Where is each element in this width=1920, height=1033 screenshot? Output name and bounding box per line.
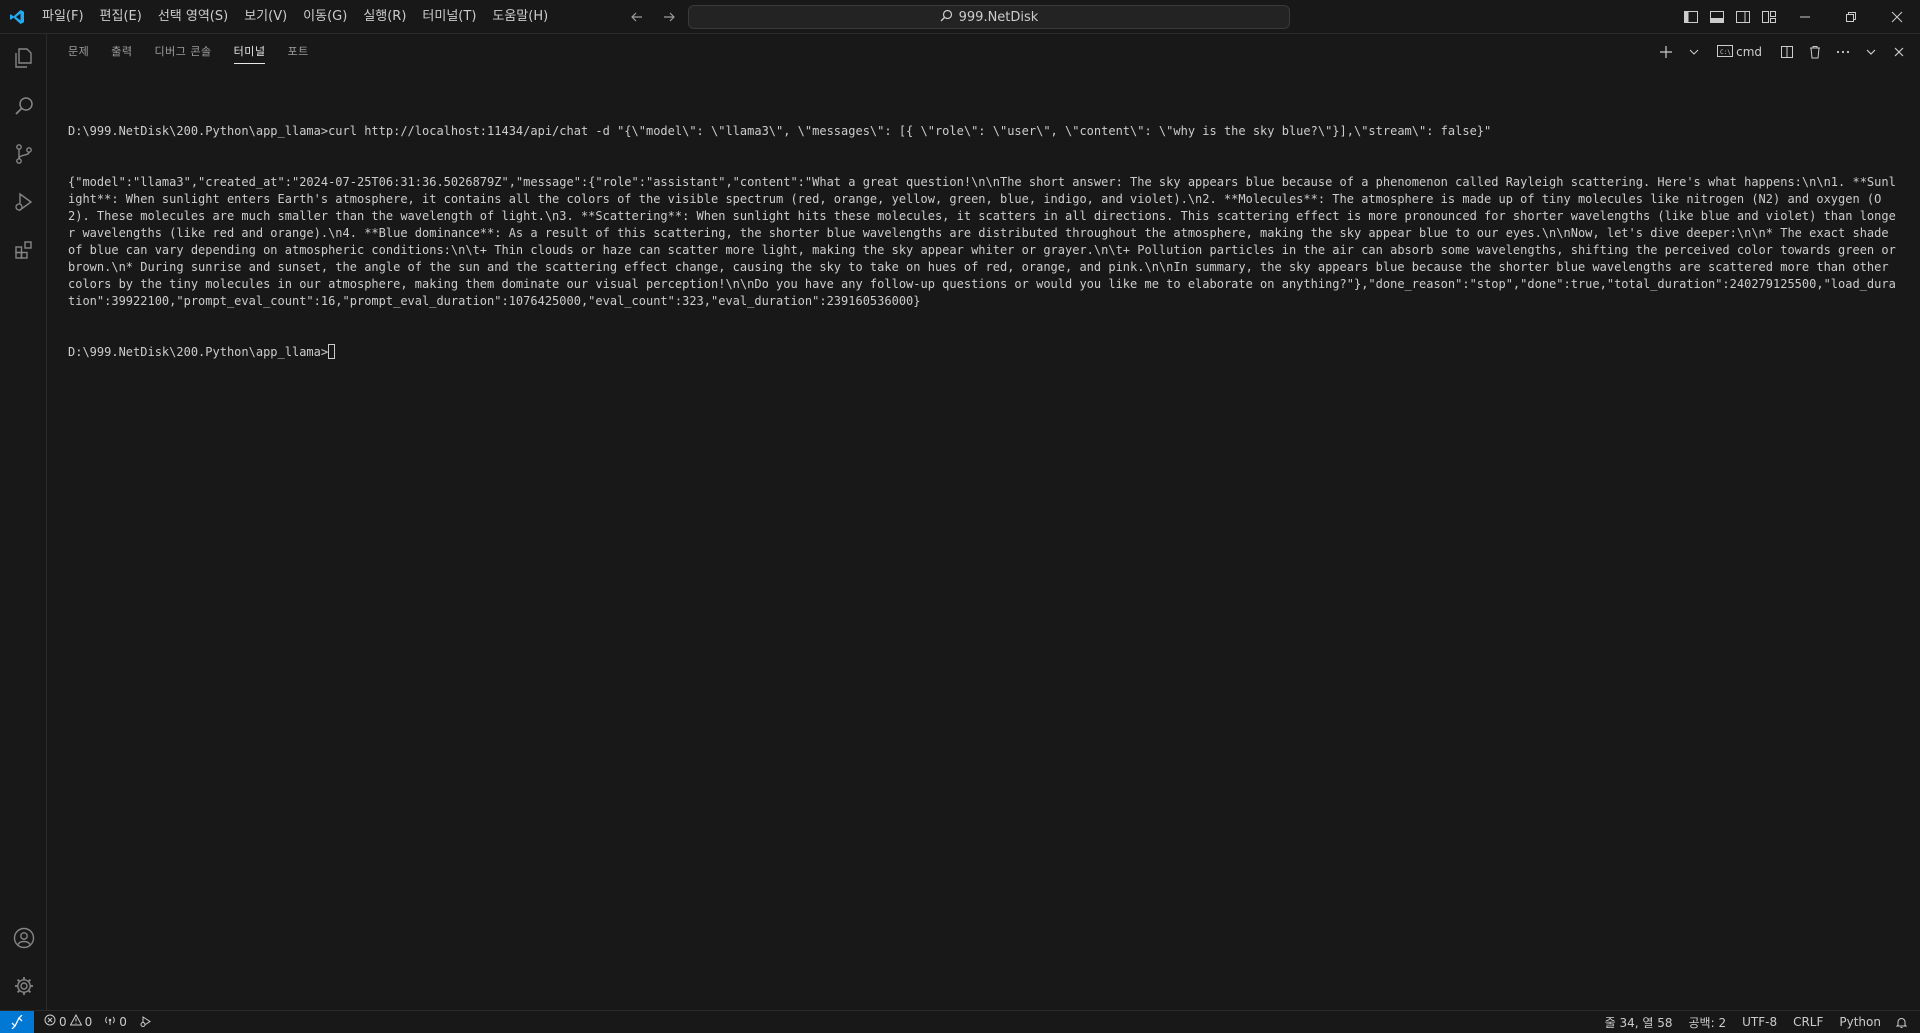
eol-status[interactable]: CRLF — [1785, 1011, 1831, 1033]
terminal-prompt: D:\999.NetDisk\200.Python\app_llama> — [68, 345, 329, 359]
menu-run[interactable]: 실행(R) — [355, 0, 414, 34]
toggle-panel-icon[interactable] — [1704, 4, 1730, 30]
menu-go[interactable]: 이동(G) — [295, 0, 355, 34]
error-count: 0 — [59, 1014, 67, 1029]
toggle-primary-sidebar-icon[interactable] — [1678, 4, 1704, 30]
restore-icon[interactable] — [1828, 0, 1874, 34]
menu-selection[interactable]: 선택 영역(S) — [150, 0, 236, 34]
warning-icon — [69, 1013, 82, 1029]
debug-launch-icon[interactable] — [133, 1011, 158, 1033]
menu-view[interactable]: 보기(V) — [236, 0, 295, 34]
search-text: 999.NetDisk — [958, 9, 1039, 25]
cmd-terminal-icon: C:\ — [1717, 44, 1734, 60]
error-icon — [44, 1014, 56, 1029]
tab-debug-console[interactable]: 디버그 콘솔 — [144, 34, 223, 70]
split-terminal-icon[interactable] — [1776, 41, 1798, 63]
vscode-logo-icon[interactable] — [0, 0, 34, 34]
activity-bar-bottom — [0, 914, 47, 1010]
maximize-panel-chevron-icon[interactable] — [1860, 41, 1882, 63]
menu-help[interactable]: 도움말(H) — [484, 0, 556, 34]
warning-count: 0 — [84, 1014, 93, 1029]
notifications-bell-icon[interactable] — [1889, 1011, 1920, 1033]
search-sidebar-icon[interactable] — [0, 82, 47, 130]
menu-file[interactable]: 파일(F) — [34, 0, 92, 34]
toggle-secondary-sidebar-icon[interactable] — [1730, 4, 1756, 30]
source-control-icon[interactable] — [0, 130, 47, 178]
remote-indicator-icon[interactable] — [0, 1010, 34, 1033]
language-mode[interactable]: Python — [1831, 1011, 1889, 1033]
menu-terminal[interactable]: 터미널(T) — [414, 0, 484, 34]
more-actions-icon[interactable] — [1832, 41, 1854, 63]
terminal-cursor — [328, 344, 336, 359]
terminal-response-line: {"model":"llama3","created_at":"2024-07-… — [68, 175, 1896, 308]
status-bar-right: 줄 34, 열 58 공백: 2 UTF-8 CRLF Python — [1597, 1011, 1920, 1033]
tab-output[interactable]: 출력 — [100, 34, 143, 70]
extensions-icon[interactable] — [0, 226, 47, 274]
tab-problems[interactable]: 문제 — [57, 34, 100, 70]
cursor-position[interactable]: 줄 34, 열 58 — [1597, 1011, 1681, 1033]
run-debug-icon[interactable] — [0, 178, 47, 226]
settings-gear-icon[interactable] — [0, 962, 47, 1010]
customize-layout-icon[interactable] — [1756, 4, 1782, 30]
navigation-arrows — [626, 0, 680, 34]
menu-bar: 파일(F) 편집(E) 선택 영역(S) 보기(V) 이동(G) 실행(R) 터… — [34, 0, 556, 34]
ports-count: 0 — [119, 1014, 127, 1029]
terminal-name: cmd — [1736, 45, 1762, 59]
svg-text:C:\: C:\ — [1720, 49, 1731, 56]
kill-terminal-trash-icon[interactable] — [1804, 41, 1826, 63]
status-bar: 0 0 0 줄 34, 열 58 공백: 2 UTF-8 CRLF Python — [0, 1010, 1920, 1033]
problems-status[interactable]: 0 0 — [38, 1011, 98, 1033]
activity-bar — [0, 34, 47, 1010]
terminal-scrollbar[interactable] — [1906, 70, 1916, 1000]
account-icon[interactable] — [0, 914, 47, 962]
panel-header: 문제 출력 디버그 콘솔 터미널 포트 C:\ cmd — [47, 34, 1920, 70]
new-terminal-button[interactable] — [1655, 41, 1677, 63]
search-icon — [940, 9, 953, 26]
terminal-output[interactable]: D:\999.NetDisk\200.Python\app_llama>curl… — [68, 89, 1896, 1009]
forward-arrow-icon[interactable] — [658, 6, 680, 28]
terminal-command-line: D:\999.NetDisk\200.Python\app_llama>curl… — [68, 124, 1492, 138]
ports-status[interactable]: 0 — [98, 1011, 133, 1033]
tab-ports[interactable]: 포트 — [276, 34, 319, 70]
minimize-icon[interactable] — [1782, 0, 1828, 34]
back-arrow-icon[interactable] — [626, 6, 648, 28]
close-window-icon[interactable] — [1874, 0, 1920, 34]
title-right-controls — [1678, 0, 1920, 34]
panel-actions: C:\ cmd — [1655, 34, 1910, 70]
terminal-selector[interactable]: C:\ cmd — [1717, 41, 1762, 63]
broadcast-icon — [104, 1014, 116, 1029]
title-bar: 파일(F) 편집(E) 선택 영역(S) 보기(V) 이동(G) 실행(R) 터… — [0, 0, 1920, 34]
explorer-icon[interactable] — [0, 34, 47, 82]
tab-terminal[interactable]: 터미널 — [223, 34, 277, 70]
encoding-status[interactable]: UTF-8 — [1734, 1011, 1785, 1033]
menu-edit[interactable]: 편집(E) — [92, 0, 150, 34]
terminal-prompt-line: D:\999.NetDisk\200.Python\app_llama> — [68, 344, 1896, 361]
chevron-down-icon[interactable] — [1683, 41, 1705, 63]
indentation-status[interactable]: 공백: 2 — [1681, 1011, 1735, 1033]
close-panel-icon[interactable] — [1888, 41, 1910, 63]
command-center-search[interactable]: 999.NetDisk — [688, 5, 1290, 29]
